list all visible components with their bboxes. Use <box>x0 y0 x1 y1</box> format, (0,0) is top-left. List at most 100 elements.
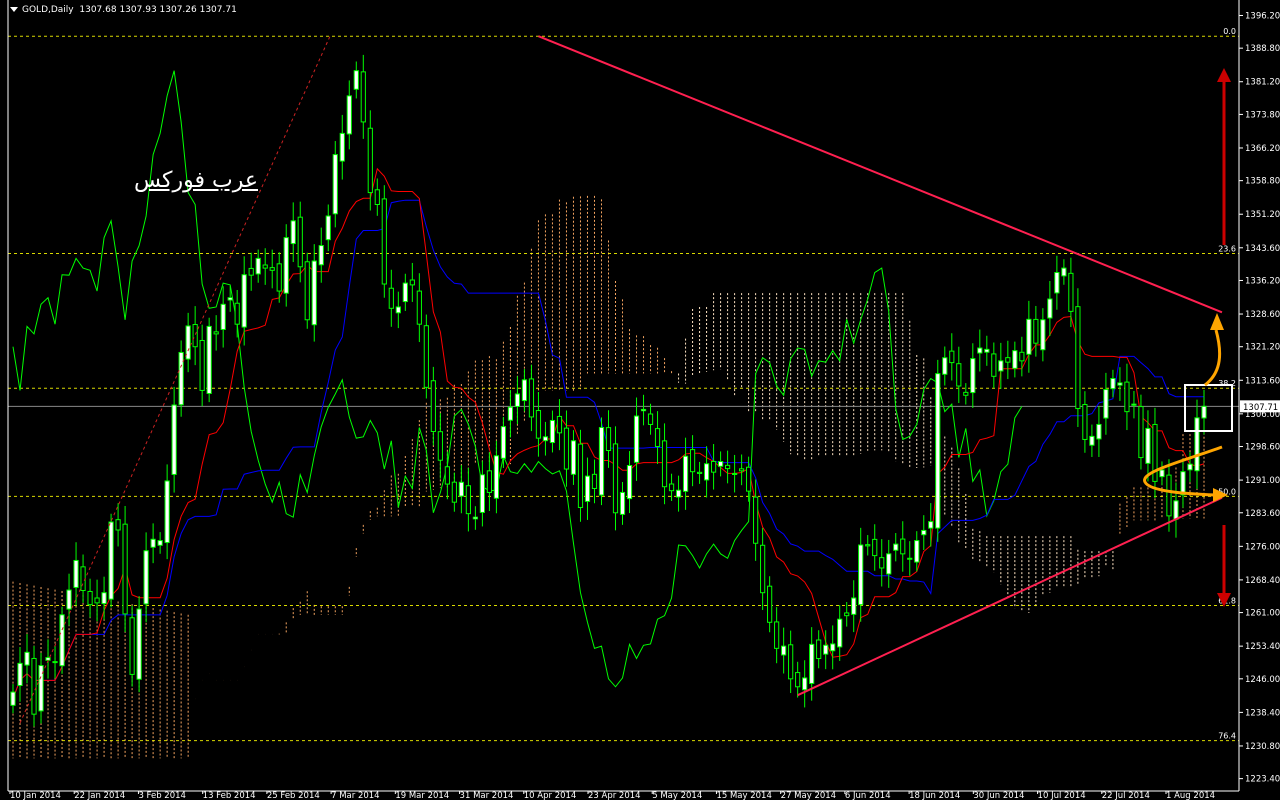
candle-body <box>409 279 415 286</box>
candle-body <box>760 544 766 594</box>
x-tick-label: 22 Jul 2014 <box>1102 791 1150 800</box>
y-tick-label: 1283.60 <box>1245 509 1280 519</box>
candle-body <box>914 540 920 563</box>
up-arrow-icon-head <box>1217 68 1231 82</box>
y-tick-label: 1298.60 <box>1245 443 1280 453</box>
candle-body <box>248 267 254 276</box>
candle-body <box>486 470 493 493</box>
x-tick-label: 18 Jun 2014 <box>909 791 960 800</box>
x-tick-label: 10 Apr 2014 <box>524 791 577 800</box>
candle-body <box>788 644 794 680</box>
candle-body <box>108 521 114 600</box>
candle-body <box>101 592 107 605</box>
candle-body <box>374 189 380 206</box>
candle-body <box>984 348 990 353</box>
chart-window: 0.0 23.6 38.2 50.0 61.8 76.4 1396.20 1388.80 13… <box>0 0 1280 800</box>
y-tick-label: 1396.20 <box>1245 11 1280 21</box>
candle-body <box>584 475 591 502</box>
highlight-box <box>1184 384 1233 432</box>
candle-body <box>451 481 457 503</box>
candle-body <box>1040 319 1046 351</box>
candle-body <box>283 237 289 294</box>
current-price-label: 1307.71 <box>1243 403 1278 413</box>
candle-body <box>570 440 577 475</box>
candle-body <box>514 393 521 407</box>
candle-body <box>802 677 808 691</box>
fib-level-label: 23.6 <box>1218 245 1236 254</box>
candle-body <box>1012 350 1018 369</box>
dashed-trendline <box>19 36 331 724</box>
candle-body <box>865 544 871 547</box>
candle-body <box>640 408 647 412</box>
candle-body <box>129 617 135 675</box>
candle-body <box>774 621 780 649</box>
candle-body <box>136 608 142 680</box>
y-tick-label: 1366.20 <box>1245 144 1280 154</box>
x-tick-label: 22 Jan 2014 <box>74 791 125 800</box>
y-tick-label: 1268.40 <box>1245 576 1280 586</box>
y-tick-label: 1351.20 <box>1245 210 1280 220</box>
candle-body <box>17 662 23 687</box>
orange-arrowhead-icon <box>1210 313 1224 330</box>
candle-body <box>900 538 906 555</box>
candle-body <box>998 360 1004 372</box>
y-tick-label: 1321.20 <box>1245 343 1280 353</box>
dropdown-triangle-icon[interactable] <box>10 7 18 12</box>
candle-body <box>823 644 829 655</box>
candle-body <box>276 263 282 292</box>
candle-body <box>591 473 598 489</box>
candle-body <box>332 154 338 215</box>
candle-body <box>1068 272 1074 312</box>
candle-body <box>928 521 934 529</box>
candle-body <box>143 550 149 605</box>
y-tick-label: 1238.40 <box>1245 708 1280 718</box>
candle-body <box>318 245 324 266</box>
candle-body <box>1187 463 1193 471</box>
x-tick-label: 15 May 2014 <box>716 791 771 800</box>
candle-body <box>395 306 401 314</box>
candle-body <box>809 643 815 684</box>
candle-body <box>1159 469 1165 478</box>
candle-body <box>535 410 542 439</box>
fib-level-label: 0.0 <box>1223 27 1236 36</box>
candle-body <box>977 347 983 354</box>
candle-body <box>851 597 857 615</box>
indicator-lines <box>12 70 1205 699</box>
candle-body <box>739 468 745 472</box>
x-tick-label: 31 Mar 2014 <box>460 791 514 800</box>
candle-body <box>521 379 528 402</box>
candle-body <box>437 431 443 461</box>
candle-body <box>1054 272 1060 294</box>
candle-body <box>556 415 563 434</box>
candle-body <box>213 331 219 335</box>
candle-body <box>1194 417 1200 472</box>
candle-body <box>935 373 941 529</box>
candle-body <box>66 589 72 610</box>
candle-body <box>682 455 689 492</box>
candle-body <box>402 282 408 303</box>
x-tick-label: 27 May 2014 <box>781 791 836 800</box>
candle-body <box>907 557 913 560</box>
candle-body <box>381 198 387 285</box>
candle-body <box>234 302 240 325</box>
candle-body <box>465 485 471 515</box>
candle-body <box>80 566 86 591</box>
y-tick-label: 1336.20 <box>1245 276 1280 286</box>
candle-body <box>430 380 436 433</box>
candle-body <box>717 461 724 467</box>
candle-body <box>241 274 247 328</box>
candle-body <box>171 404 177 475</box>
candle-body <box>304 261 310 321</box>
candle-body <box>325 215 331 241</box>
candle-body <box>1033 318 1039 344</box>
candle-body <box>654 428 661 448</box>
candle-body <box>1047 298 1053 319</box>
candle-body <box>746 466 752 492</box>
x-tick-label: 23 Apr 2014 <box>588 791 641 800</box>
candle-body <box>710 460 717 473</box>
candlestick-chart[interactable]: 0.023.638.250.061.876.4 1396.201388.8013… <box>0 0 1280 800</box>
y-tick-label: 1373.80 <box>1245 110 1280 120</box>
x-tick-label: 3 Feb 2014 <box>138 791 186 800</box>
candle-body <box>227 297 233 301</box>
candle-body <box>1026 318 1032 355</box>
